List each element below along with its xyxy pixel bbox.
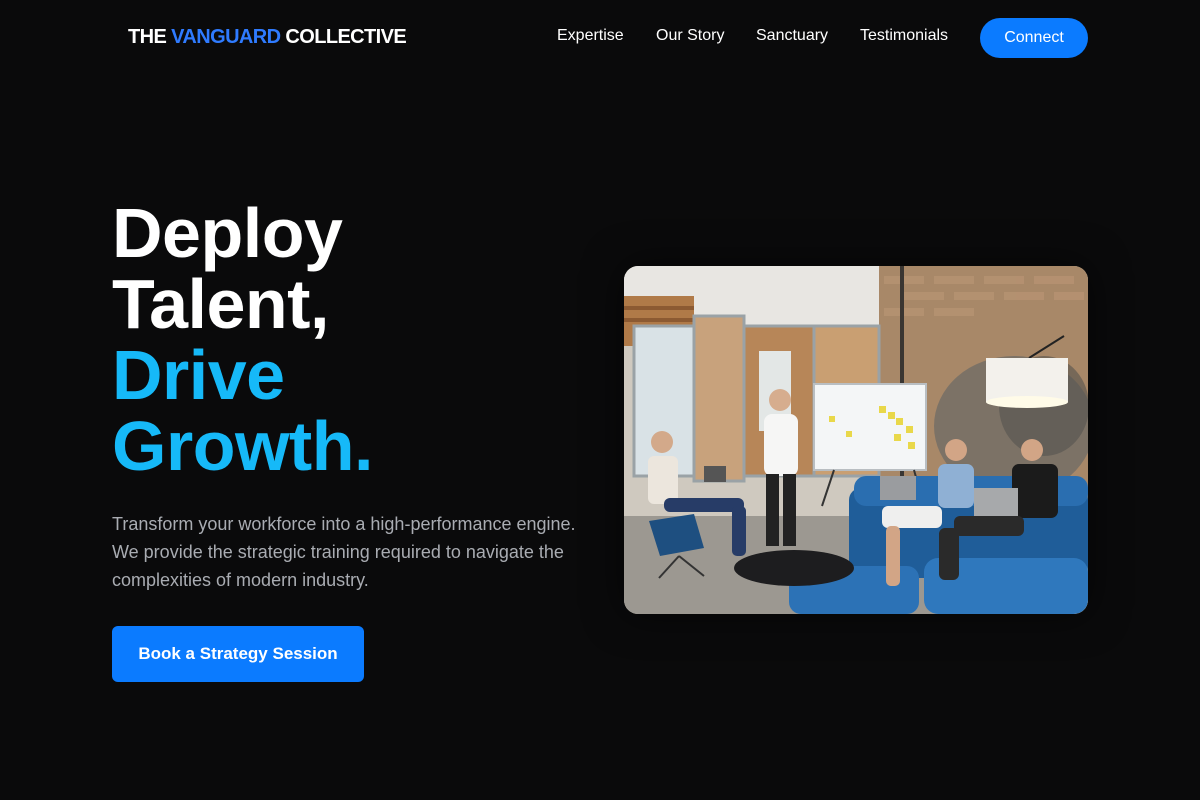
headline-line-4: Growth. [112, 407, 373, 485]
nav-link-our-story[interactable]: Our Story [656, 26, 724, 46]
nav-link-expertise[interactable]: Expertise [557, 26, 624, 46]
hero-team-photo [624, 266, 1088, 614]
nav-link-sanctuary[interactable]: Sanctuary [756, 26, 828, 46]
headline-line-3: Drive [112, 336, 285, 414]
description-line-1: Transform your workforce into a high-per… [112, 514, 576, 534]
brand-logo[interactable]: THE VANGUARD COLLECTIVE [128, 26, 407, 49]
logo-text-part1: THE [128, 26, 172, 48]
book-strategy-session-button[interactable]: Book a Strategy Session [112, 626, 364, 682]
hero-description: Transform your workforce into a high-per… [112, 510, 592, 594]
site-header: THE VANGUARD COLLECTIVE Expertise Our St… [0, 0, 1200, 76]
description-line-3: complexities of modern industry. [112, 570, 369, 590]
hero-headline: Deploy Talent, Drive Growth. [112, 198, 373, 482]
landing-page: THE VANGUARD COLLECTIVE Expertise Our St… [0, 0, 1200, 800]
nav-link-testimonials[interactable]: Testimonials [860, 26, 948, 46]
headline-line-2: Talent, [112, 265, 329, 343]
logo-text-accent: VANGUARD [171, 26, 281, 48]
headline-line-1: Deploy [112, 194, 343, 272]
logo-text-part2: COLLECTIVE [280, 26, 407, 48]
description-line-2: We provide the strategic training requir… [112, 542, 564, 562]
connect-button[interactable]: Connect [980, 18, 1088, 58]
